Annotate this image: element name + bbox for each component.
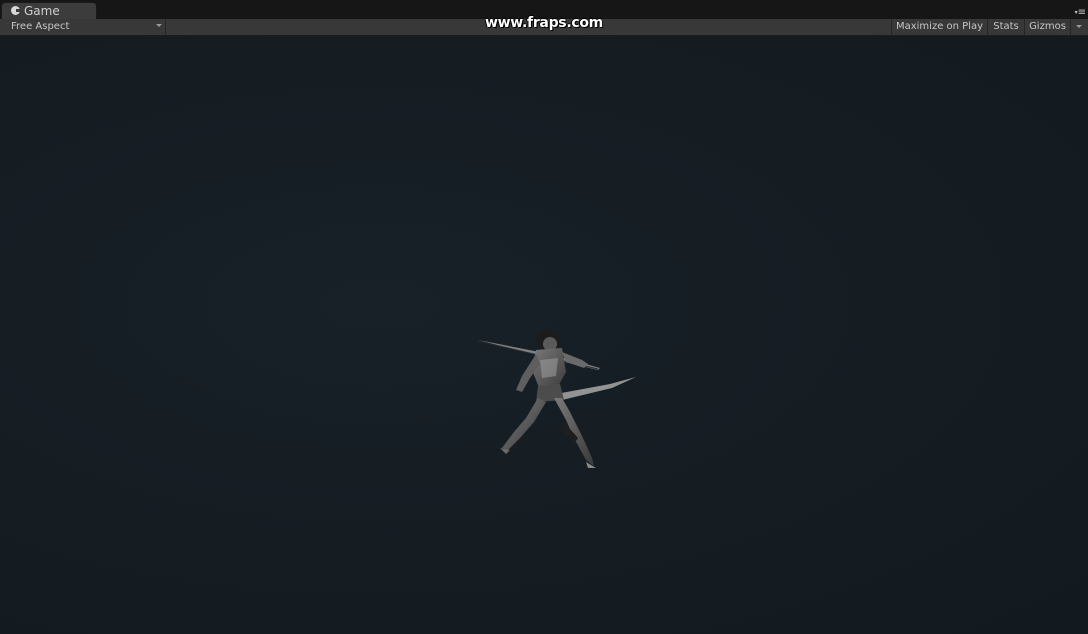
- aspect-dropdown[interactable]: Free Aspect: [2, 19, 166, 35]
- game-viewport[interactable]: [0, 36, 1088, 634]
- chevron-down-icon: [156, 24, 162, 27]
- fraps-watermark: www.fraps.com: [485, 15, 603, 31]
- maximize-on-play-button[interactable]: Maximize on Play: [891, 19, 987, 35]
- game-character: [477, 330, 636, 468]
- tab-label: Game: [24, 4, 60, 18]
- aspect-label: Free Aspect: [11, 21, 70, 32]
- pacman-icon: [11, 6, 21, 15]
- tab-game[interactable]: Game: [1, 2, 97, 19]
- stats-button[interactable]: Stats: [987, 19, 1024, 35]
- panel-menu-icon[interactable]: ▾≡: [1072, 8, 1086, 18]
- gizmos-button[interactable]: Gizmos: [1024, 19, 1070, 35]
- chevron-down-icon: [1076, 25, 1082, 28]
- gizmos-dropdown[interactable]: [1070, 19, 1088, 35]
